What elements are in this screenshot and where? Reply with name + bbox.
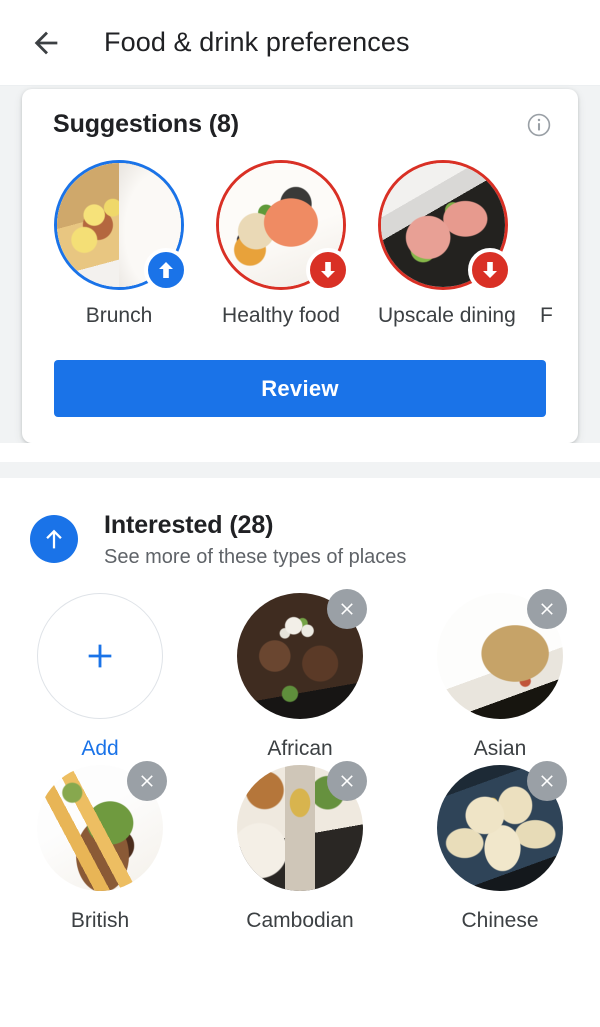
- suggestions-card: Suggestions (8) Brunch Healthy food Upsc…: [22, 89, 578, 443]
- tile-label: Cambodian: [246, 909, 354, 932]
- card-gap: [0, 443, 600, 462]
- suggestion-item-brunch[interactable]: Brunch: [54, 160, 188, 328]
- info-icon[interactable]: [526, 112, 552, 138]
- close-icon: [341, 603, 353, 615]
- review-button[interactable]: Review: [54, 360, 546, 417]
- suggestion-thumb-wrap: [54, 160, 188, 292]
- interested-tile-cambodian[interactable]: Cambodian: [200, 761, 400, 933]
- suggestions-title: Suggestions (8): [53, 110, 240, 138]
- suggestion-badge-down[interactable]: [306, 248, 350, 292]
- remove-cambodian-button[interactable]: [327, 761, 367, 801]
- tile-media: [237, 589, 367, 719]
- remove-african-button[interactable]: [327, 589, 367, 629]
- plus-icon: [88, 644, 112, 668]
- interested-header: Interested (28) See more of these types …: [0, 478, 600, 569]
- tile-label: Chinese: [461, 909, 539, 932]
- remove-asian-button[interactable]: [527, 589, 567, 629]
- arrow-up-circle-icon: [30, 515, 78, 563]
- tile-media: [437, 589, 567, 719]
- tile-label: Asian: [473, 737, 527, 760]
- interested-tile-asian[interactable]: Asian: [400, 589, 600, 761]
- close-icon: [541, 775, 553, 787]
- suggestion-label: Brunch: [85, 304, 153, 327]
- suggestion-badge-down[interactable]: [468, 248, 512, 292]
- tile-media: [237, 761, 367, 891]
- interested-tile-british[interactable]: British: [0, 761, 200, 933]
- page-title: Food & drink preferences: [104, 27, 410, 57]
- interested-tile-african[interactable]: African: [200, 589, 400, 761]
- suggestion-thumb-wrap: [540, 160, 578, 290]
- suggestion-item-upscale-dining[interactable]: Upscale dining: [378, 160, 516, 328]
- back-button[interactable]: [14, 11, 78, 75]
- suggestion-badge-up[interactable]: [144, 248, 188, 292]
- suggestion-label: Upscale dining: [378, 304, 516, 327]
- arrow-left-icon: [34, 31, 58, 54]
- interested-grid: Add African Asian British Cambodian Chin…: [0, 569, 600, 937]
- suggestion-label: Healthy food: [222, 304, 340, 327]
- tile-label: African: [267, 737, 333, 760]
- interested-text: Interested (28) See more of these types …: [104, 511, 406, 569]
- add-circle[interactable]: [37, 593, 163, 719]
- arrow-down-icon: [483, 262, 497, 278]
- close-icon: [141, 775, 153, 787]
- interested-subtitle: See more of these types of places: [104, 546, 407, 568]
- remove-chinese-button[interactable]: [527, 761, 567, 801]
- suggestions-list: Brunch Healthy food Upscale dining F: [22, 160, 578, 328]
- arrow-down-icon: [321, 262, 335, 278]
- tile-label: British: [70, 909, 130, 932]
- interested-tile-chinese[interactable]: Chinese: [400, 761, 600, 933]
- close-icon: [341, 775, 353, 787]
- app-screen: Food & drink preferences Suggestions (8): [0, 0, 600, 1027]
- suggestions-header: Suggestions (8): [22, 89, 578, 139]
- close-icon: [541, 603, 553, 615]
- interested-section: Interested (28) See more of these types …: [0, 478, 600, 1027]
- remove-british-button[interactable]: [127, 761, 167, 801]
- tile-media: [37, 761, 167, 891]
- suggestion-item-partial[interactable]: F: [540, 160, 578, 328]
- arrow-up-icon: [46, 529, 62, 549]
- suggestion-item-healthy-food[interactable]: Healthy food: [216, 160, 350, 328]
- add-tile[interactable]: Add: [0, 593, 200, 761]
- interested-title: Interested (28): [104, 511, 274, 539]
- arrow-up-icon: [159, 262, 173, 278]
- add-label: Add: [81, 737, 119, 760]
- suggestion-label: F: [540, 304, 553, 327]
- suggestion-thumb-wrap: [378, 160, 512, 292]
- suggestion-thumb-wrap: [216, 160, 350, 292]
- tile-media: [437, 761, 567, 891]
- app-bar: Food & drink preferences: [0, 0, 600, 86]
- section-divider: [0, 462, 600, 478]
